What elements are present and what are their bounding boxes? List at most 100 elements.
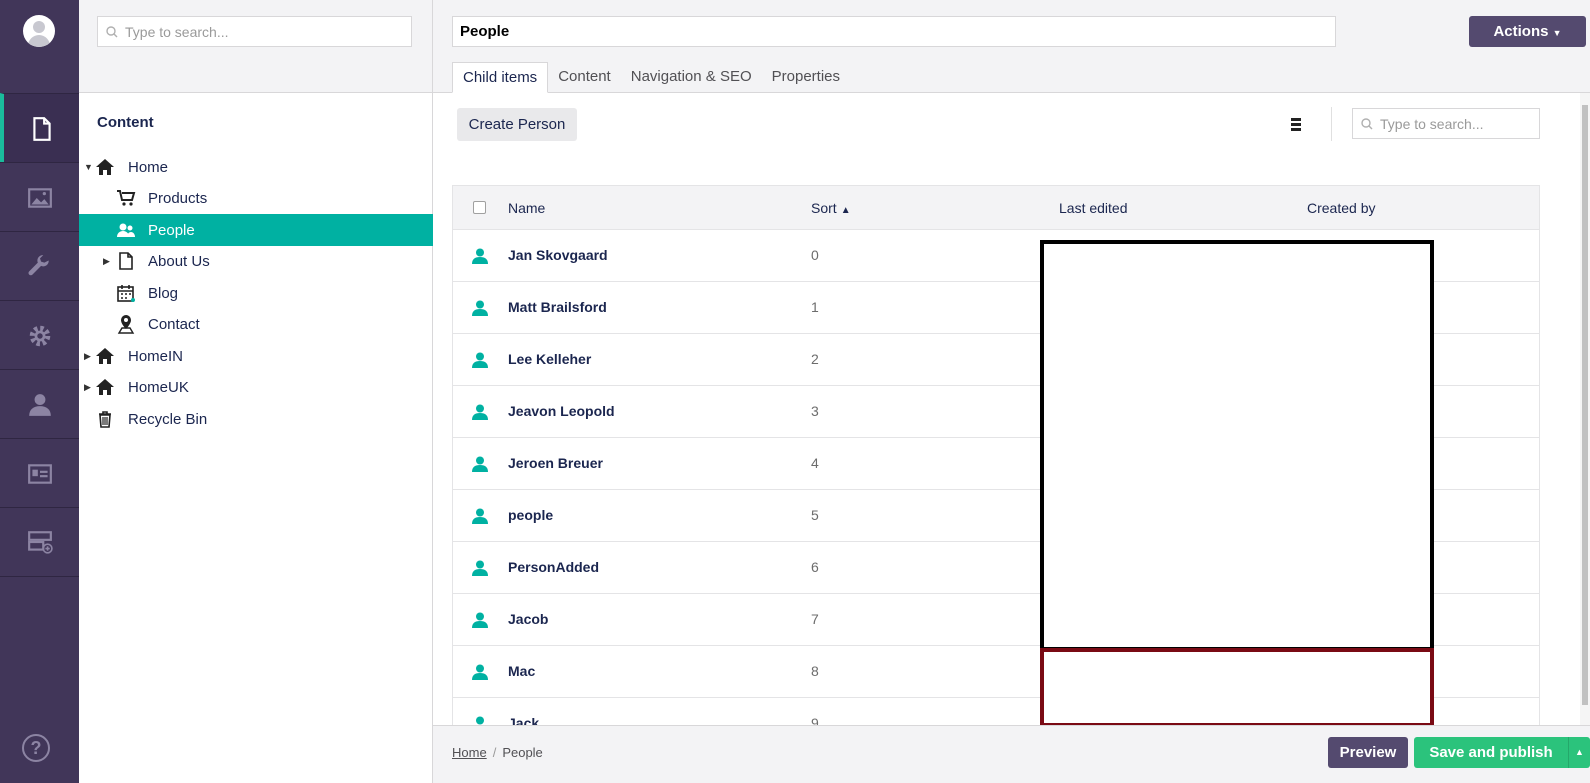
user-avatar[interactable]	[23, 15, 55, 47]
person-icon	[472, 456, 488, 472]
tree-node-label: Recycle Bin	[128, 410, 208, 428]
form-add-icon	[27, 531, 53, 554]
tree-node-people[interactable]: People	[79, 214, 433, 246]
select-all-checkbox[interactable]	[473, 201, 486, 214]
caret-right-icon[interactable]: ▶	[103, 256, 110, 267]
row-sort: 7	[811, 611, 819, 627]
tree-search-input[interactable]: Type to search...	[97, 16, 412, 47]
tab-navigation-seo[interactable]: Navigation & SEO	[621, 62, 762, 93]
create-person-button[interactable]: Create Person	[457, 108, 577, 141]
row-sort: 4	[811, 455, 819, 471]
editor-tabs: Child items Content Navigation & SEO Pro…	[452, 62, 850, 93]
search-icon	[106, 25, 118, 37]
tree-node-label: About Us	[148, 252, 210, 270]
tree-node-label: HomeIN	[128, 347, 184, 365]
section-forms[interactable]	[0, 507, 79, 577]
tree-node-contact[interactable]: Contact	[79, 308, 433, 340]
tree-node-label: Blog	[148, 284, 179, 302]
tab-child-items[interactable]: Child items	[452, 62, 549, 93]
tab-content[interactable]: Content	[548, 62, 621, 93]
home-icon	[96, 159, 114, 175]
breadcrumb-home-link[interactable]: Home	[452, 745, 487, 760]
person-icon	[472, 612, 488, 628]
document-icon	[119, 252, 133, 270]
person-icon	[472, 300, 488, 316]
column-sort[interactable]: Sort ▲	[811, 200, 851, 216]
trash-icon	[99, 411, 111, 428]
column-created-by[interactable]: Created by	[1307, 200, 1375, 216]
row-sort: 8	[811, 663, 819, 679]
row-name[interactable]: Jack	[508, 715, 539, 725]
document-icon	[32, 116, 51, 141]
user-icon	[28, 393, 51, 416]
row-name[interactable]: Jacob	[508, 611, 548, 627]
tree-node-homein[interactable]: ▶ HomeIN	[79, 340, 433, 372]
publish-options-toggle[interactable]: ▲	[1568, 737, 1590, 768]
gear-icon	[29, 325, 50, 346]
tree-node-label: HomeUK	[128, 378, 189, 396]
tree-node-blog[interactable]: Blog	[79, 277, 433, 309]
caret-up-icon: ▲	[1575, 747, 1584, 757]
wrench-icon	[27, 254, 49, 275]
person-icon	[476, 716, 484, 725]
person-icon	[472, 508, 488, 524]
help-icon[interactable]: ?	[22, 734, 50, 762]
person-icon	[472, 248, 488, 264]
content-tree-panel: Type to search... Content ▼ Home Product…	[79, 0, 433, 783]
caret-right-icon[interactable]: ▶	[84, 382, 91, 393]
redaction-box-highlight	[1040, 648, 1434, 725]
row-sort: 3	[811, 403, 819, 419]
list-search-input[interactable]: Type to search...	[1352, 108, 1540, 139]
tree-node-home[interactable]: ▼ Home	[79, 151, 433, 183]
preview-button[interactable]: Preview	[1328, 737, 1408, 768]
tree-heading: Content	[97, 114, 154, 131]
table-header: Name Sort ▲ Last edited Created by	[453, 186, 1539, 230]
row-name[interactable]: Jan Skovgaard	[508, 247, 608, 263]
sort-ascending-icon: ▲	[840, 205, 851, 216]
section-users[interactable]	[0, 369, 79, 439]
row-sort: 6	[811, 559, 819, 575]
section-media[interactable]	[0, 162, 79, 232]
section-packages[interactable]	[0, 300, 79, 370]
caret-down-icon[interactable]: ▼	[84, 162, 93, 172]
cart-icon	[117, 190, 136, 206]
redaction-box	[1040, 240, 1434, 651]
tab-properties[interactable]: Properties	[762, 62, 850, 93]
tree-node-recycle-bin[interactable]: Recycle Bin	[79, 403, 433, 435]
breadcrumb-current: People	[502, 745, 543, 760]
save-and-publish-button[interactable]: Save and publish	[1414, 737, 1568, 768]
id-card-icon	[27, 463, 52, 484]
column-last-edited[interactable]: Last edited	[1059, 200, 1128, 216]
section-members[interactable]	[0, 438, 79, 508]
list-scrollbar[interactable]	[1580, 93, 1590, 725]
column-name[interactable]: Name	[508, 200, 545, 216]
row-name[interactable]: people	[508, 507, 553, 523]
actions-button[interactable]: Actions ▼	[1469, 16, 1586, 47]
row-name[interactable]: Jeroen Breuer	[508, 455, 603, 471]
tree-search-area: Type to search...	[79, 0, 432, 93]
breadcrumb-separator: /	[492, 745, 497, 760]
tree-node-homeuk[interactable]: ▶ HomeUK	[79, 371, 433, 403]
row-name[interactable]: Matt Brailsford	[508, 299, 607, 315]
section-settings[interactable]	[0, 231, 79, 301]
section-rail: ?	[0, 0, 79, 783]
row-name[interactable]: PersonAdded	[508, 559, 599, 575]
chevron-down-icon: ▼	[1552, 28, 1562, 38]
map-pin-icon	[117, 315, 135, 334]
section-content[interactable]	[0, 93, 79, 163]
row-name[interactable]: Mac	[508, 663, 535, 679]
tree-node-label: Home	[128, 158, 169, 176]
tree-node-label: Products	[148, 189, 208, 207]
row-sort: 1	[811, 299, 819, 315]
editor-footer: Home / People Preview Save and publish ▲	[433, 725, 1590, 783]
list-layout-icon[interactable]	[1290, 116, 1302, 132]
caret-right-icon[interactable]: ▶	[84, 351, 91, 362]
person-icon	[472, 560, 488, 576]
tree-node-about-us[interactable]: ▶ About Us	[79, 245, 433, 277]
node-name-input[interactable]: People	[452, 16, 1336, 47]
row-name[interactable]: Lee Kelleher	[508, 351, 591, 367]
row-sort: 0	[811, 247, 819, 263]
row-name[interactable]: Jeavon Leopold	[508, 403, 615, 419]
scrollbar-thumb[interactable]	[1582, 105, 1588, 705]
tree-node-products[interactable]: Products	[79, 182, 433, 214]
